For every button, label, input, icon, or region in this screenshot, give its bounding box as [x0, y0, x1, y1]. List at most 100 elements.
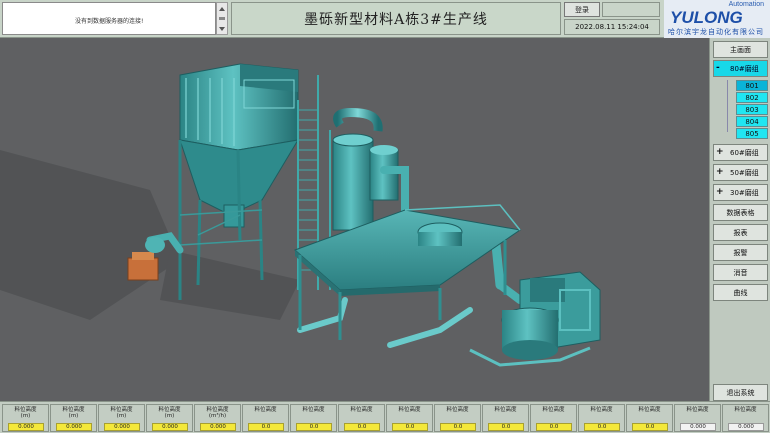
- exit-system-button[interactable]: 退出系统: [713, 384, 768, 401]
- page-title: 墨砾新型材料A栋3#生产线: [231, 2, 561, 35]
- level-label-text: 料位高度: [494, 407, 517, 413]
- level-unit: (m): [20, 413, 31, 419]
- level-label: 料位高度: [387, 407, 432, 413]
- level-label: 料位高度: [723, 407, 768, 413]
- logo-wordmark: YULONG: [670, 8, 743, 27]
- level-label-text: 料位高度: [542, 407, 565, 413]
- expand-icon: +: [716, 187, 724, 197]
- group-30-label: 30#磨组: [730, 188, 759, 197]
- level-label-text: 料位高度: [638, 407, 661, 413]
- user-display: [602, 2, 660, 17]
- level-label: 料位高度: [339, 407, 384, 413]
- level-readout-cell: 料位高度 0.0: [386, 404, 433, 432]
- level-readout-cell: 料位高度 0.0: [290, 404, 337, 432]
- header-bar: 没有到数据服务器的连接! 墨砾新型材料A栋3#生产线 登录 2022.08.11…: [0, 0, 770, 38]
- level-readout-cell: 料位高度 0.0: [242, 404, 289, 432]
- logo-company: 哈尔滨宇龙自动化有限公司: [668, 28, 764, 36]
- mill-804-button[interactable]: 804: [736, 116, 768, 127]
- curve-button[interactable]: 曲线: [713, 284, 768, 301]
- mill-801-button[interactable]: 801: [736, 80, 768, 91]
- alarm-message: 没有到数据服务器的连接!: [75, 18, 144, 25]
- level-label: 料位高度 (m): [99, 407, 144, 419]
- group-60-label: 60#磨组: [730, 148, 759, 157]
- level-label: 料位高度 (m): [147, 407, 192, 419]
- level-label: 料位高度: [627, 407, 672, 413]
- level-label-text: 料位高度: [350, 407, 373, 413]
- level-value: 0.000: [680, 423, 716, 431]
- alarm-scrollbar[interactable]: [216, 2, 228, 35]
- report-button[interactable]: 报表: [713, 224, 768, 241]
- group-50-label: 50#磨组: [730, 168, 759, 177]
- level-label: 料位高度: [243, 407, 288, 413]
- level-readout-cell: 料位高度 (m) 0.000: [2, 404, 49, 432]
- level-readout-cell: 料位高度 0.0: [626, 404, 673, 432]
- level-value: 0.0: [392, 423, 428, 431]
- scroll-thumb[interactable]: [219, 17, 225, 20]
- mill-803-button[interactable]: 803: [736, 104, 768, 115]
- level-label-text: 料位高度: [398, 407, 421, 413]
- login-button[interactable]: 登录: [564, 2, 600, 17]
- level-value: 0.0: [248, 423, 284, 431]
- level-readout-cell: 料位高度 0.0: [434, 404, 481, 432]
- level-label-text: 料位高度: [590, 407, 613, 413]
- scroll-down-icon[interactable]: [219, 27, 225, 31]
- tree-connector: [727, 80, 728, 132]
- level-readout-cell: 料位高度 0.0: [338, 404, 385, 432]
- level-readout-cell: 料位高度 0.0: [578, 404, 625, 432]
- data-table-button[interactable]: 数据表格: [713, 204, 768, 221]
- scada-screen: { "header": { "alarm_message": "没有到数据服务器…: [0, 0, 770, 433]
- level-readout-cell: 料位高度 0.000: [674, 404, 721, 432]
- level-readout-cell: 料位高度 (m) 0.000: [146, 404, 193, 432]
- level-value: 0.000: [56, 423, 92, 431]
- scroll-up-icon[interactable]: [219, 7, 225, 11]
- main-screen-button[interactable]: 主画面: [713, 41, 768, 58]
- level-label: 料位高度: [483, 407, 528, 413]
- level-readout-cell: 料位高度 (m) 0.000: [50, 404, 97, 432]
- level-label: 料位高度: [291, 407, 336, 413]
- level-unit: (m): [164, 413, 175, 419]
- level-value: 0.000: [8, 423, 44, 431]
- level-readout-cell: 料位高度 0.000: [722, 404, 769, 432]
- company-logo: Automation YULONG 哈尔滨宇龙自动化有限公司: [664, 0, 770, 38]
- level-readout-cell: 料位高度 0.0: [530, 404, 577, 432]
- logo-tagline: Automation: [728, 1, 764, 8]
- level-label-text: 料位高度: [254, 407, 277, 413]
- level-readout-cell: 料位高度 (m³/h) 0.000: [194, 404, 241, 432]
- level-value: 0.000: [728, 423, 764, 431]
- level-value: 0.0: [488, 423, 524, 431]
- level-value: 0.000: [152, 423, 188, 431]
- level-label: 料位高度: [579, 407, 624, 413]
- alarm-message-box: 没有到数据服务器的连接!: [2, 2, 216, 35]
- mill-802-button[interactable]: 802: [736, 92, 768, 103]
- level-unit: (m): [116, 413, 127, 419]
- level-value: 0.000: [104, 423, 140, 431]
- level-unit: (m³/h): [208, 413, 227, 419]
- level-label-text: 料位高度: [302, 407, 325, 413]
- level-label-text: 料位高度: [734, 407, 757, 413]
- level-label: 料位高度 (m): [51, 407, 96, 419]
- silence-button[interactable]: 消音: [713, 264, 768, 281]
- alarm-button[interactable]: 报警: [713, 244, 768, 261]
- level-readout-cell: 料位高度 0.0: [482, 404, 529, 432]
- level-unit: (m): [68, 413, 79, 419]
- level-label: 料位高度: [435, 407, 480, 413]
- level-label: 料位高度 (m³/h): [195, 407, 240, 419]
- datetime-display: 2022.08.11 15:24:04: [564, 19, 660, 35]
- level-readout-cell: 料位高度 (m) 0.000: [98, 404, 145, 432]
- group-80-label: 80#磨组: [730, 64, 759, 73]
- level-value: 0.0: [440, 423, 476, 431]
- level-label: 料位高度 (m): [3, 407, 48, 419]
- vertical-mill: [469, 271, 601, 367]
- level-readout-bar: 料位高度 (m) 0.000 料位高度 (m) 0.000 料位高度 (m) 0.000 料位高度…: [0, 401, 770, 433]
- level-label: 料位高度: [531, 407, 576, 413]
- group-50-button[interactable]: + 50#磨组: [713, 164, 768, 181]
- level-value: 0.0: [584, 423, 620, 431]
- bag-filter-unit: [178, 63, 299, 300]
- group-30-button[interactable]: + 30#磨组: [713, 184, 768, 201]
- level-value: 0.0: [632, 423, 668, 431]
- mill-805-button[interactable]: 805: [736, 128, 768, 139]
- group-60-button[interactable]: + 60#磨组: [713, 144, 768, 161]
- production-line-scene: [0, 63, 601, 367]
- group-80-button[interactable]: - 80#磨组: [713, 60, 768, 77]
- expand-icon: +: [716, 167, 724, 177]
